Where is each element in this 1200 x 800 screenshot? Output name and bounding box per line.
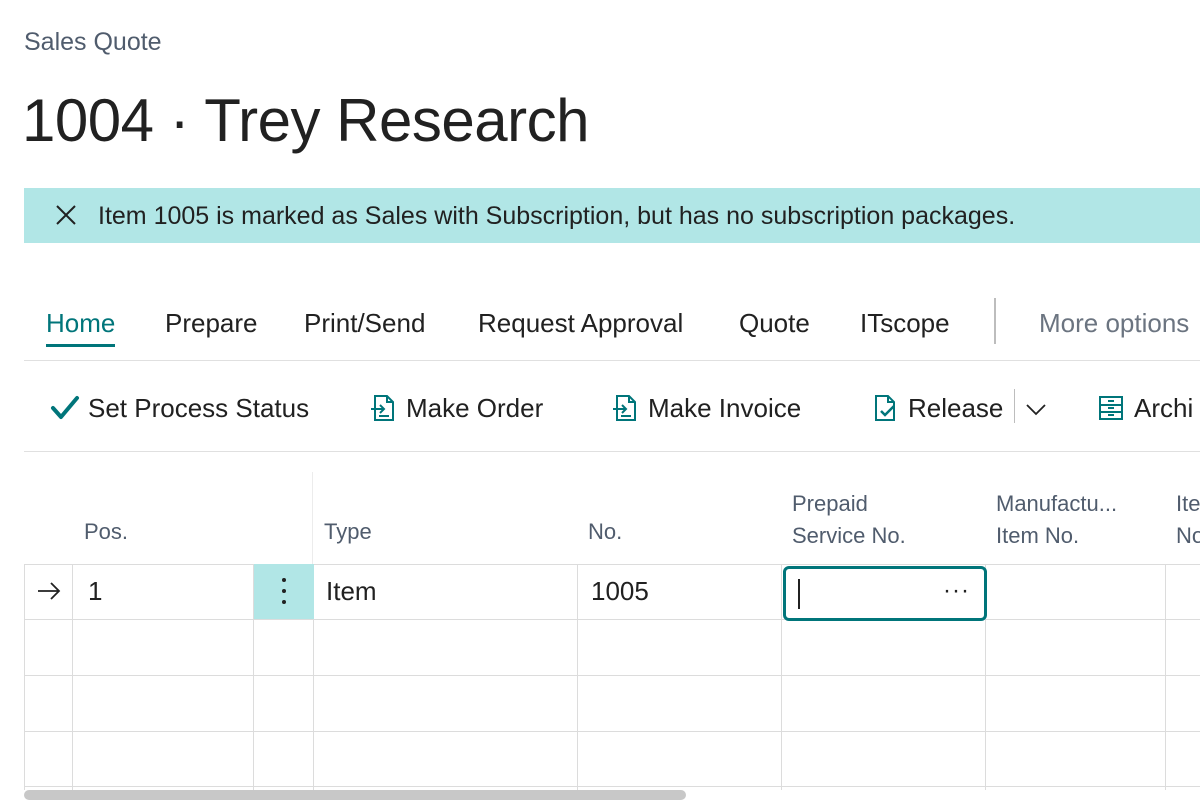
header-line: Prepaid bbox=[792, 491, 868, 516]
release-label: Release bbox=[908, 392, 1004, 423]
frozen-column-divider bbox=[312, 472, 313, 564]
row-divider bbox=[24, 675, 1200, 676]
header-line: Ite bbox=[1176, 491, 1200, 516]
action-bar: Set Process Status Make Order Make Invoi… bbox=[24, 361, 1200, 452]
tab-prepare[interactable]: Prepare bbox=[165, 308, 258, 339]
cell-type[interactable]: Item bbox=[326, 576, 377, 607]
row-divider bbox=[24, 564, 1200, 565]
chevron-down-icon[interactable] bbox=[1024, 397, 1048, 421]
make-order-label: Make Order bbox=[406, 392, 544, 423]
row-divider bbox=[24, 619, 1200, 620]
release-button[interactable]: Release bbox=[870, 391, 1003, 425]
notification-message: Item 1005 is marked as Sales with Subscr… bbox=[98, 202, 1016, 230]
close-icon[interactable] bbox=[54, 203, 78, 227]
make-invoice-button[interactable]: Make Invoice bbox=[610, 391, 801, 425]
menu-divider bbox=[994, 298, 996, 344]
column-header-no[interactable]: No. bbox=[588, 516, 622, 548]
archive-button[interactable]: Archi bbox=[1096, 391, 1193, 425]
sales-lines-grid: Pos. Type No. Prepaid Service No. Manufa… bbox=[24, 472, 1200, 790]
archive-icon bbox=[1096, 393, 1126, 423]
row-divider bbox=[24, 786, 1200, 787]
archive-label: Archi bbox=[1134, 392, 1194, 423]
horizontal-scrollbar[interactable] bbox=[24, 790, 686, 800]
lookup-ellipsis-icon[interactable]: ··· bbox=[943, 577, 970, 605]
column-divider bbox=[577, 564, 578, 790]
tab-quote[interactable]: Quote bbox=[739, 308, 810, 339]
cell-pos[interactable]: 1 bbox=[88, 576, 102, 607]
action-menu-tabs: Home Prepare Print/Send Request Approval… bbox=[24, 292, 1200, 361]
header-line: Manufactu... bbox=[996, 491, 1118, 516]
text-caret bbox=[798, 579, 800, 609]
set-process-status-button[interactable]: Set Process Status bbox=[50, 391, 309, 425]
column-divider bbox=[24, 564, 25, 790]
current-row-arrow-icon bbox=[38, 582, 61, 600]
tab-itscope[interactable]: ITscope bbox=[860, 308, 950, 339]
column-header-type[interactable]: Type bbox=[324, 516, 372, 548]
column-divider bbox=[1165, 564, 1166, 790]
row-divider bbox=[24, 731, 1200, 732]
column-header-prepaid-service-no[interactable]: Prepaid Service No. bbox=[792, 488, 906, 552]
column-header-pos[interactable]: Pos. bbox=[84, 516, 128, 548]
page-title: 1004 · Trey Research bbox=[22, 87, 589, 154]
prepaid-service-no-input[interactable]: ··· bbox=[783, 566, 987, 621]
notification-banner: Item 1005 is marked as Sales with Subscr… bbox=[24, 188, 1200, 243]
more-options-button[interactable]: More options bbox=[1039, 308, 1189, 339]
tab-print-send[interactable]: Print/Send bbox=[304, 308, 425, 339]
breadcrumb: Sales Quote bbox=[24, 28, 162, 56]
checkmark-icon bbox=[50, 393, 80, 423]
header-line: Item No. bbox=[996, 523, 1080, 548]
release-icon bbox=[870, 393, 900, 423]
tab-request-approval[interactable]: Request Approval bbox=[478, 308, 683, 339]
set-process-status-label: Set Process Status bbox=[88, 392, 310, 423]
cell-no[interactable]: 1005 bbox=[591, 576, 649, 607]
column-divider bbox=[72, 564, 73, 790]
release-split-divider bbox=[1014, 389, 1015, 423]
header-line: Service No. bbox=[792, 523, 906, 548]
row-actions-kebab-icon[interactable] bbox=[254, 564, 314, 619]
column-header-item-no[interactable]: Ite No bbox=[1176, 488, 1200, 552]
tab-home[interactable]: Home bbox=[46, 308, 116, 347]
make-invoice-label: Make Invoice bbox=[648, 392, 802, 423]
make-order-button[interactable]: Make Order bbox=[368, 391, 543, 425]
header-line: No bbox=[1176, 523, 1200, 548]
column-divider bbox=[781, 564, 782, 790]
make-invoice-icon bbox=[610, 393, 640, 423]
column-header-manufacturer-item-no[interactable]: Manufactu... Item No. bbox=[996, 488, 1117, 552]
make-order-icon bbox=[368, 393, 398, 423]
